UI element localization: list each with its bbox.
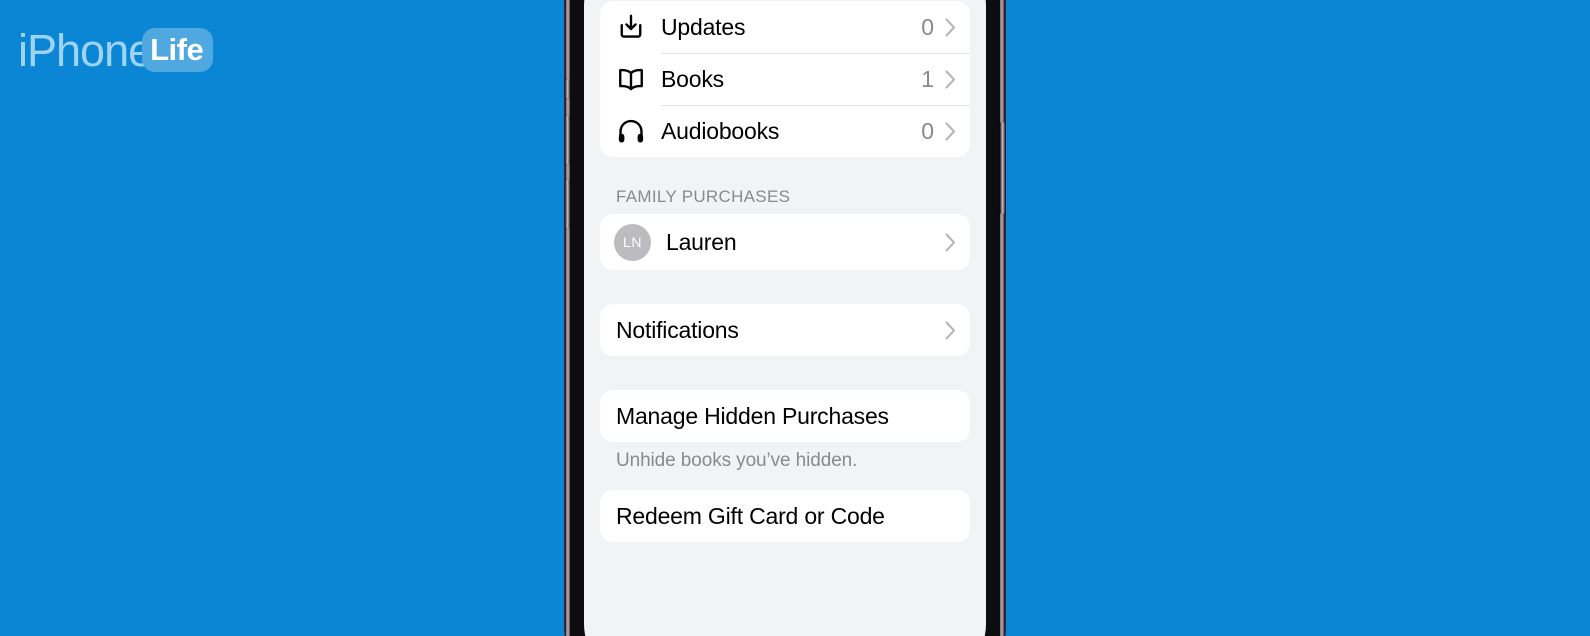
- list-item-manage-hidden-purchases[interactable]: Manage Hidden Purchases: [600, 390, 970, 442]
- card-manage-hidden-purchases: Manage Hidden Purchases: [600, 390, 970, 442]
- chevron-right-icon: [945, 17, 956, 37]
- headphones-icon: [616, 116, 661, 146]
- list-item-books[interactable]: Books 1: [600, 53, 970, 105]
- card-my-purchases: Updates 0 Books 1 Audiobooks 0: [600, 1, 970, 157]
- list-item-audiobooks[interactable]: Audiobooks 0: [600, 105, 970, 157]
- list-item-count: 0: [921, 117, 934, 144]
- side-power-button[interactable]: [1000, 122, 1005, 214]
- mute-switch-button[interactable]: [565, 80, 570, 98]
- chevron-right-icon: [945, 320, 956, 340]
- section-header-family-purchases: FAMILY PURCHASES: [616, 187, 791, 206]
- logo-text-life: Life: [150, 32, 204, 67]
- list-item-label: Lauren: [666, 228, 737, 255]
- chevron-right-icon: [945, 121, 956, 141]
- logo-life-badge: Life: [142, 28, 214, 72]
- open-book-icon: [616, 64, 661, 94]
- list-item-count: 0: [921, 13, 934, 40]
- card-redeem-gift-card: Redeem Gift Card or Code: [600, 490, 970, 542]
- iphone-device-mockup: MY PURCHASES Updates 0: [565, 0, 1005, 636]
- list-item-notifications[interactable]: Notifications: [600, 304, 970, 356]
- download-tray-icon: [616, 12, 661, 42]
- list-item-label: Manage Hidden Purchases: [616, 402, 889, 429]
- card-notifications: Notifications: [600, 304, 970, 356]
- list-item-label: Redeem Gift Card or Code: [616, 502, 885, 529]
- list-item-label: Books: [661, 65, 724, 92]
- card-family-purchases: LN Lauren: [600, 214, 970, 270]
- volume-down-button[interactable]: [565, 180, 570, 228]
- iphone-life-logo: iPhone Life: [18, 22, 214, 78]
- list-item-lauren[interactable]: LN Lauren: [600, 214, 970, 270]
- phone-screen: MY PURCHASES Updates 0: [584, 0, 986, 636]
- chevron-right-icon: [945, 69, 956, 89]
- chevron-right-icon: [945, 232, 956, 252]
- footnote-unhide-books: Unhide books you’ve hidden.: [616, 450, 858, 471]
- books-account-settings-list: MY PURCHASES Updates 0: [584, 0, 986, 636]
- list-item-count: 1: [921, 65, 934, 92]
- list-item-label: Notifications: [616, 316, 739, 343]
- avatar-initials: LN: [614, 223, 651, 261]
- device-right-rail: [1000, 0, 1004, 636]
- list-item-updates[interactable]: Updates 0: [600, 1, 970, 53]
- list-item-label: Audiobooks: [661, 117, 780, 144]
- logo-text-iphone: iPhone: [18, 24, 153, 76]
- volume-up-button[interactable]: [565, 116, 570, 164]
- avatar: LN: [614, 223, 666, 261]
- list-item-label: Updates: [661, 13, 746, 40]
- list-item-redeem-gift-card-or-code[interactable]: Redeem Gift Card or Code: [600, 490, 970, 542]
